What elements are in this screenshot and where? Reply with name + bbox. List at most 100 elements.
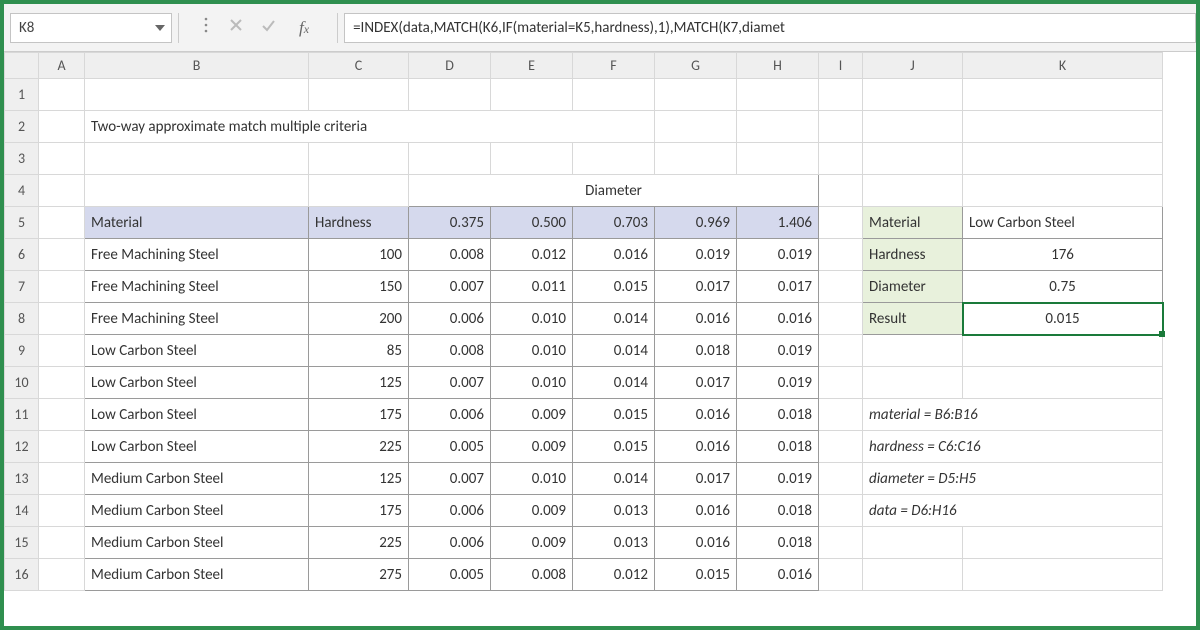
row-header[interactable]: 7 bbox=[5, 271, 39, 303]
cell[interactable] bbox=[819, 431, 863, 463]
cell[interactable]: Low Carbon Steel bbox=[85, 367, 309, 399]
col-header[interactable]: B bbox=[85, 53, 309, 79]
cell[interactable] bbox=[819, 303, 863, 335]
cell[interactable] bbox=[409, 79, 491, 111]
cell[interactable] bbox=[819, 79, 863, 111]
cell[interactable]: 0.014 bbox=[573, 335, 655, 367]
cell[interactable] bbox=[39, 143, 85, 175]
row-header[interactable]: 13 bbox=[5, 463, 39, 495]
cell[interactable]: 0.010 bbox=[491, 367, 573, 399]
row-header[interactable]: 4 bbox=[5, 175, 39, 207]
cell[interactable] bbox=[39, 239, 85, 271]
col-header[interactable]: G bbox=[655, 53, 737, 79]
cell[interactable] bbox=[309, 79, 409, 111]
cell[interactable]: 0.012 bbox=[491, 239, 573, 271]
cell[interactable] bbox=[819, 271, 863, 303]
cell[interactable] bbox=[819, 111, 863, 143]
cell[interactable] bbox=[39, 527, 85, 559]
cell[interactable] bbox=[819, 399, 863, 431]
cell[interactable]: 150 bbox=[309, 271, 409, 303]
cancel-icon[interactable] bbox=[229, 18, 243, 37]
lookup-label[interactable]: Material bbox=[863, 207, 963, 239]
cell[interactable]: 0.010 bbox=[491, 463, 573, 495]
cell[interactable]: 0.014 bbox=[573, 367, 655, 399]
cell[interactable]: 125 bbox=[309, 463, 409, 495]
row-header[interactable]: 11 bbox=[5, 399, 39, 431]
cell[interactable] bbox=[573, 79, 655, 111]
cell[interactable]: 0.015 bbox=[573, 399, 655, 431]
cell[interactable]: Medium Carbon Steel bbox=[85, 463, 309, 495]
col-header[interactable]: A bbox=[39, 53, 85, 79]
diameter-header[interactable]: Diameter bbox=[409, 175, 819, 207]
cell[interactable]: 0.019 bbox=[737, 367, 819, 399]
cell[interactable] bbox=[819, 239, 863, 271]
cell[interactable] bbox=[737, 79, 819, 111]
cell[interactable]: Medium Carbon Steel bbox=[85, 559, 309, 591]
cell[interactable]: 0.006 bbox=[409, 495, 491, 527]
cell[interactable]: 0.012 bbox=[573, 559, 655, 591]
lookup-value[interactable]: 0.75 bbox=[963, 271, 1163, 303]
lookup-label[interactable]: Hardness bbox=[863, 239, 963, 271]
cell[interactable] bbox=[85, 175, 309, 207]
cell[interactable]: 0.016 bbox=[573, 239, 655, 271]
row-header[interactable]: 10 bbox=[5, 367, 39, 399]
select-all-corner[interactable] bbox=[5, 53, 39, 79]
formula-input[interactable]: =INDEX(data,MATCH(K6,IF(material=K5,hard… bbox=[344, 13, 1196, 43]
cell[interactable]: 0.018 bbox=[655, 335, 737, 367]
cell[interactable]: 0.016 bbox=[655, 527, 737, 559]
cell[interactable]: 0.007 bbox=[409, 463, 491, 495]
cell[interactable]: 0.018 bbox=[737, 399, 819, 431]
cell[interactable] bbox=[863, 175, 963, 207]
named-range[interactable]: data = D6:H16 bbox=[863, 495, 1163, 527]
cell[interactable] bbox=[409, 143, 491, 175]
cell[interactable] bbox=[39, 175, 85, 207]
cell[interactable]: 0.008 bbox=[409, 239, 491, 271]
cell[interactable] bbox=[737, 143, 819, 175]
cell[interactable]: 0.017 bbox=[737, 271, 819, 303]
cell[interactable]: 0.016 bbox=[655, 431, 737, 463]
cell[interactable]: 0.010 bbox=[491, 303, 573, 335]
cell[interactable]: 0.007 bbox=[409, 367, 491, 399]
fx-icon[interactable]: fx bbox=[293, 18, 315, 38]
cell[interactable] bbox=[39, 303, 85, 335]
cell[interactable] bbox=[39, 271, 85, 303]
col-header[interactable]: K bbox=[963, 53, 1163, 79]
cell[interactable] bbox=[39, 495, 85, 527]
cell[interactable]: Material bbox=[85, 207, 309, 239]
cell[interactable] bbox=[963, 559, 1163, 591]
cell[interactable] bbox=[819, 175, 863, 207]
cell[interactable]: 0.005 bbox=[409, 559, 491, 591]
cell[interactable]: 200 bbox=[309, 303, 409, 335]
cell[interactable] bbox=[963, 175, 1163, 207]
named-range[interactable]: hardness = C6:C16 bbox=[863, 431, 1163, 463]
cell[interactable] bbox=[491, 143, 573, 175]
row-header[interactable]: 6 bbox=[5, 239, 39, 271]
cell[interactable] bbox=[863, 367, 963, 399]
col-header[interactable]: J bbox=[863, 53, 963, 79]
cell[interactable]: 1.406 bbox=[737, 207, 819, 239]
cell[interactable] bbox=[39, 111, 85, 143]
cell[interactable]: 0.015 bbox=[655, 559, 737, 591]
result-cell[interactable]: 0.015 bbox=[963, 303, 1163, 335]
cell[interactable]: 0.014 bbox=[573, 463, 655, 495]
cell[interactable]: Low Carbon Steel bbox=[85, 399, 309, 431]
cell[interactable]: 0.016 bbox=[655, 495, 737, 527]
cell[interactable]: 175 bbox=[309, 495, 409, 527]
expand-dots-icon[interactable] bbox=[201, 17, 211, 38]
cell[interactable]: 0.703 bbox=[573, 207, 655, 239]
cell[interactable] bbox=[819, 143, 863, 175]
col-header[interactable]: H bbox=[737, 53, 819, 79]
cell[interactable] bbox=[39, 79, 85, 111]
cell[interactable] bbox=[963, 335, 1163, 367]
cell[interactable]: 0.019 bbox=[737, 335, 819, 367]
cell[interactable] bbox=[39, 559, 85, 591]
cell[interactable] bbox=[655, 79, 737, 111]
row-header[interactable]: 1 bbox=[5, 79, 39, 111]
col-header[interactable]: D bbox=[409, 53, 491, 79]
cell[interactable]: 0.018 bbox=[737, 431, 819, 463]
cell[interactable]: 0.008 bbox=[491, 559, 573, 591]
cell[interactable]: Free Machining Steel bbox=[85, 271, 309, 303]
named-range[interactable]: material = B6:B16 bbox=[863, 399, 1163, 431]
cell[interactable] bbox=[863, 111, 963, 143]
row-header[interactable]: 9 bbox=[5, 335, 39, 367]
